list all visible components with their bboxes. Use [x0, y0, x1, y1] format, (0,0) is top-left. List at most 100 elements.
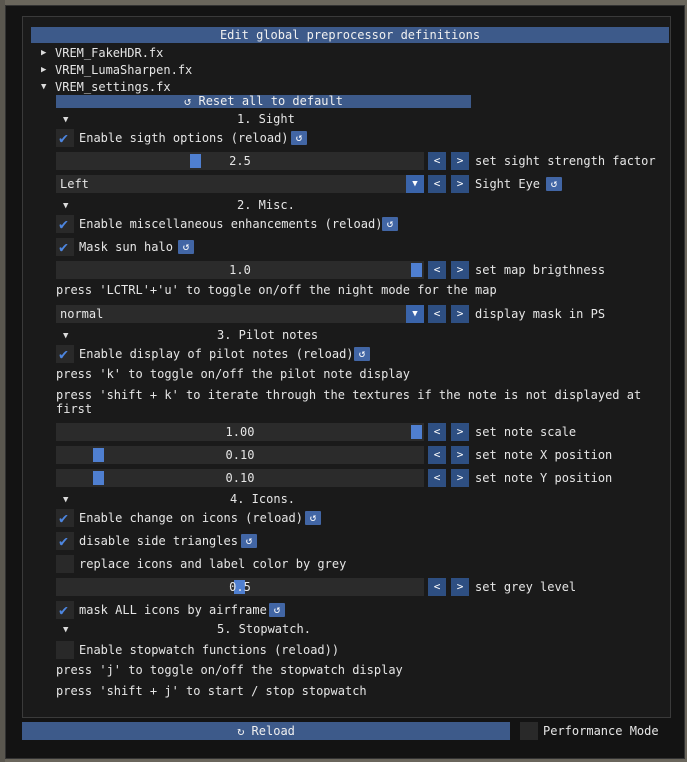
- category-triangle-icon[interactable]: ▼: [63, 115, 68, 125]
- decrement-button[interactable]: <: [428, 469, 446, 487]
- category-triangle-icon[interactable]: ▼: [63, 331, 68, 341]
- reset-enable-icons-button[interactable]: ↺: [305, 511, 321, 525]
- tree-item-settings[interactable]: VREM_settings.fx: [55, 78, 171, 96]
- hint-pilot-iterate-cont: first: [56, 402, 93, 416]
- checkbox-performance-mode[interactable]: [520, 722, 538, 740]
- reset-enable-pilot-button[interactable]: ↺: [354, 347, 370, 361]
- decrement-button[interactable]: <: [428, 446, 446, 464]
- increment-button[interactable]: >: [451, 305, 469, 323]
- tree-item-lumasharpen[interactable]: VREM_LumaSharpen.fx: [55, 61, 192, 79]
- reset-icon: ↺: [184, 94, 192, 108]
- label-replace-grey: replace icons and label color by grey: [79, 557, 347, 571]
- preprocessor-window: Edit global preprocessor definitions ▶ V…: [5, 5, 685, 759]
- slider-sight-strength[interactable]: 2.5: [56, 152, 424, 170]
- category-sight[interactable]: 1. Sight: [237, 111, 295, 127]
- label-enable-sight: Enable sigth options (reload): [79, 131, 289, 145]
- reset-disable-triangles-button[interactable]: ↺: [241, 534, 257, 548]
- reload-button[interactable]: ↻ Reload: [22, 722, 510, 740]
- increment-button[interactable]: >: [451, 261, 469, 279]
- checkbox-enable-icons[interactable]: ✔: [56, 509, 74, 527]
- hint-pilot-toggle: press 'k' to toggle on/off the pilot not…: [56, 367, 411, 381]
- reset-all-label: Reset all to default: [198, 94, 343, 108]
- label-performance-mode: Performance Mode: [543, 724, 659, 738]
- increment-button[interactable]: >: [451, 423, 469, 441]
- slider-value: 0.10: [225, 448, 255, 462]
- increment-button[interactable]: >: [451, 578, 469, 596]
- category-triangle-icon[interactable]: ▼: [63, 201, 68, 211]
- category-pilot-notes[interactable]: 3. Pilot notes: [217, 327, 318, 343]
- increment-button[interactable]: >: [451, 446, 469, 464]
- reset-sight-eye-button[interactable]: ↺: [546, 177, 562, 191]
- collapsed-triangle-icon[interactable]: ▶: [41, 65, 46, 75]
- category-icons[interactable]: 4. Icons.: [230, 491, 295, 507]
- label-grey-level: set grey level: [475, 580, 577, 594]
- label-sight-eye: Sight Eye: [475, 177, 541, 191]
- checkbox-replace-grey[interactable]: [56, 555, 74, 573]
- checkbox-enable-stopwatch[interactable]: [56, 641, 74, 659]
- checkbox-enable-pilot-notes[interactable]: ✔: [56, 345, 74, 363]
- combo-value: normal: [60, 307, 104, 321]
- checkbox-enable-misc[interactable]: ✔: [56, 215, 74, 233]
- check-icon: ✔: [59, 532, 69, 550]
- label-note-y: set note Y position: [475, 471, 613, 485]
- dropdown-icon[interactable]: ▼: [406, 175, 424, 193]
- tree-item-fakehdr[interactable]: VREM_FakeHDR.fx: [55, 44, 163, 62]
- reset-enable-sight-button[interactable]: ↺: [291, 131, 307, 145]
- checkbox-disable-triangles[interactable]: ✔: [56, 532, 74, 550]
- category-triangle-icon[interactable]: ▼: [63, 625, 68, 635]
- slider-grey-level[interactable]: 0.5: [56, 578, 424, 596]
- reset-mask-airframe-button[interactable]: ↺: [269, 603, 285, 617]
- hint-pilot-iterate: press 'shift + k' to iterate through the…: [56, 388, 642, 402]
- label-disable-triangles: disable side triangles: [79, 534, 238, 548]
- reload-label: Reload: [251, 724, 295, 738]
- dropdown-icon[interactable]: ▼: [406, 305, 424, 323]
- category-stopwatch[interactable]: 5. Stopwatch.: [217, 621, 311, 637]
- increment-button[interactable]: >: [451, 175, 469, 193]
- check-icon: ✔: [59, 345, 69, 363]
- expanded-triangle-icon[interactable]: ▼: [41, 82, 46, 92]
- collapsed-triangle-icon[interactable]: ▶: [41, 48, 46, 58]
- label-enable-stopwatch: Enable stopwatch functions (reload)): [79, 643, 340, 657]
- category-triangle-icon[interactable]: ▼: [63, 495, 68, 505]
- decrement-button[interactable]: <: [428, 578, 446, 596]
- slider-map-brightness[interactable]: 1.0: [56, 261, 424, 279]
- label-sight-strength: set sight strength factor: [475, 154, 656, 168]
- decrement-button[interactable]: <: [428, 305, 446, 323]
- check-icon: ✔: [59, 215, 69, 233]
- decrement-button[interactable]: <: [428, 261, 446, 279]
- reset-enable-misc-button[interactable]: ↺: [382, 217, 398, 231]
- slider-value: 0.10: [225, 471, 255, 485]
- label-mask-ps: display mask in PS: [475, 307, 606, 321]
- slider-value: 1.00: [225, 425, 255, 439]
- slider-note-y[interactable]: 0.10: [56, 469, 424, 487]
- checkbox-mask-airframe[interactable]: ✔: [56, 601, 74, 619]
- category-misc[interactable]: 2. Misc.: [237, 197, 295, 213]
- label-mask-airframe: mask ALL icons by airframe: [79, 603, 267, 617]
- label-enable-pilot-notes: Enable display of pilot notes (reload): [79, 347, 354, 361]
- reload-icon: ↻: [237, 724, 245, 738]
- slider-note-scale[interactable]: 1.00: [56, 423, 424, 441]
- checkbox-enable-sight[interactable]: ✔: [56, 129, 74, 147]
- decrement-button[interactable]: <: [428, 152, 446, 170]
- label-mask-sun-halo: Mask sun halo: [79, 240, 173, 254]
- reset-all-button[interactable]: ↺ Reset all to default: [56, 95, 471, 108]
- increment-button[interactable]: >: [451, 469, 469, 487]
- increment-button[interactable]: >: [451, 152, 469, 170]
- hint-stopwatch-start: press 'shift + j' to start / stop stopwa…: [56, 684, 367, 698]
- label-enable-icons: Enable change on icons (reload): [79, 511, 303, 525]
- decrement-button[interactable]: <: [428, 423, 446, 441]
- checkbox-mask-sun-halo[interactable]: ✔: [56, 238, 74, 256]
- panel-title: Edit global preprocessor definitions: [31, 27, 669, 43]
- combo-value: Left: [60, 177, 89, 191]
- check-icon: ✔: [59, 238, 69, 256]
- definitions-panel: Edit global preprocessor definitions ▶ V…: [22, 16, 671, 718]
- hint-stopwatch-toggle: press 'j' to toggle on/off the stopwatch…: [56, 663, 403, 677]
- hint-night-mode: press 'LCTRL'+'u' to toggle on/off the n…: [56, 283, 497, 297]
- label-note-scale: set note scale: [475, 425, 577, 439]
- slider-note-x[interactable]: 0.10: [56, 446, 424, 464]
- combo-mask-ps[interactable]: normal ▼: [56, 305, 424, 323]
- check-icon: ✔: [59, 601, 69, 619]
- combo-sight-eye[interactable]: Left ▼: [56, 175, 424, 193]
- reset-mask-sun-halo-button[interactable]: ↺: [178, 240, 194, 254]
- decrement-button[interactable]: <: [428, 175, 446, 193]
